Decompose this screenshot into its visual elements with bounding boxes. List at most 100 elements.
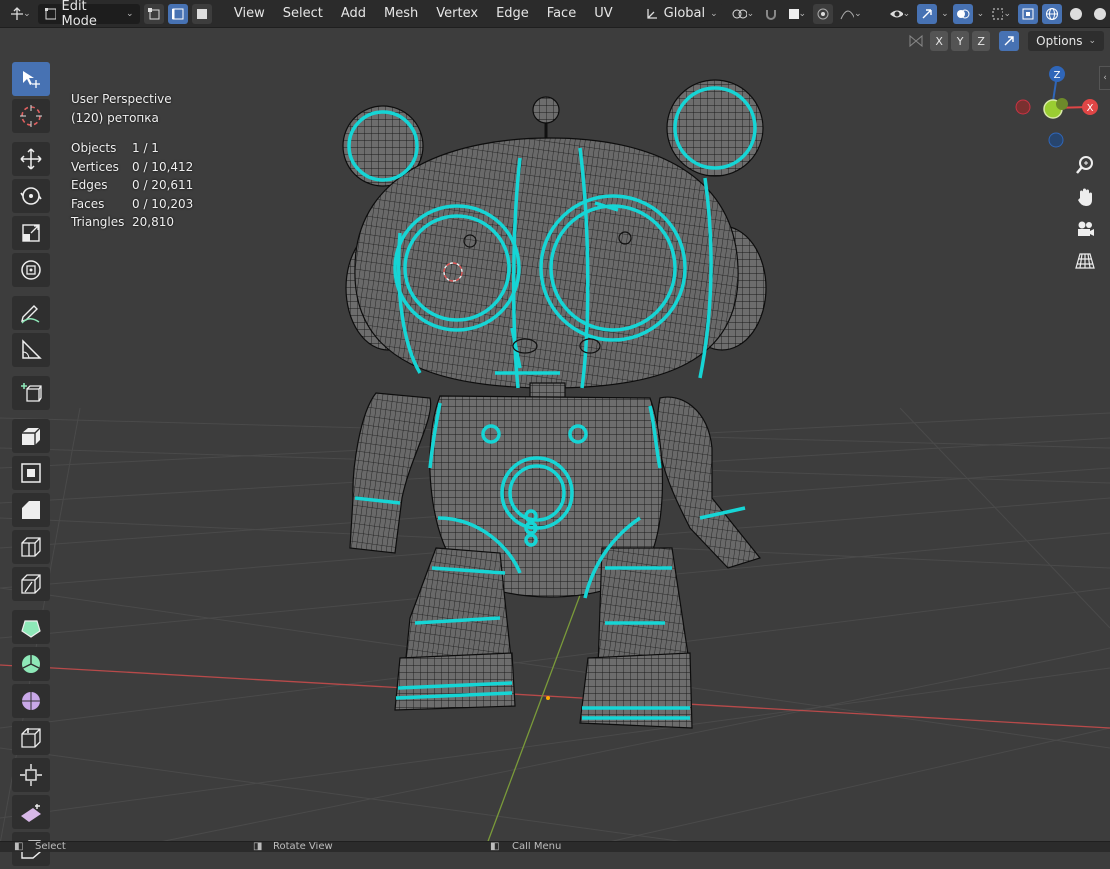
eye-icon [889,10,903,17]
menu-view[interactable]: View [227,6,272,21]
object-name: (120) ретопка [71,110,159,125]
3d-cursor-icon [20,105,42,127]
edge-slide-icon [21,728,41,748]
menu-vertex[interactable]: Vertex [429,6,485,21]
tool-cursor[interactable] [12,99,50,133]
menu-uv[interactable]: UV [587,6,619,21]
rotate-icon [20,187,42,205]
orientation-icon [646,8,657,19]
options-dropdown[interactable]: Options ⌄ [1028,31,1104,51]
camera-view-button[interactable] [1071,215,1099,243]
chevron-down-icon[interactable]: ⌄ [977,9,985,19]
pivot-icon [732,9,747,18]
zoom-button[interactable] [1071,151,1099,179]
tool-spin[interactable] [12,647,50,681]
editor-type-button[interactable]: ⌄ [6,4,34,24]
tool-inset[interactable] [12,456,50,490]
proportional-edit-toggle[interactable] [813,3,834,24]
menu-face[interactable]: Face [540,6,583,21]
menu-select[interactable]: Select [276,6,330,21]
vertex-select-button[interactable] [143,3,164,24]
edge-select-button[interactable] [167,3,188,24]
3d-viewport[interactable]: User Perspective (120) ретопка Objects 1 … [0,28,1110,844]
tool-shrink-fatten[interactable] [12,758,50,792]
view-name: User Perspective [71,92,172,106]
stat-value: 0 / 20,611 [132,178,194,192]
visibility-dropdown[interactable]: ⌄ [886,4,914,24]
viewport-header: ⌄ Edit Mode ⌄ View Select Add Mesh Verte… [0,0,1110,29]
tool-annotate[interactable] [12,296,50,330]
tool-bevel[interactable] [12,493,50,527]
mirror-y-toggle[interactable]: Y [951,31,970,51]
snap-target-icon [789,8,799,19]
solid-sphere-icon [1070,7,1082,20]
axis-gizmo-svg: Z X [1015,66,1098,148]
face-select-button[interactable] [191,3,212,24]
auto-merge-toggle[interactable] [999,31,1020,51]
tool-edge-slide[interactable] [12,721,50,755]
tool-select-box[interactable] [12,62,50,96]
menu-mesh[interactable]: Mesh [377,6,425,21]
solid-shading-button[interactable] [1066,4,1086,24]
tool-add-cube[interactable] [12,376,50,410]
tool-transform[interactable] [12,253,50,287]
bevel-icon [22,501,40,519]
menu-add[interactable]: Add [334,6,373,21]
mouse-middle-icon: ◨ [253,841,263,852]
stat-value: 0 / 10,412 [132,159,194,174]
zoom-magnifier-icon [1076,156,1093,174]
tool-shear[interactable] [12,795,50,829]
material-shading-button[interactable] [1090,4,1110,24]
snap-toggle[interactable] [761,4,781,24]
mesh-overlays-button[interactable]: ⌄ [988,4,1014,24]
material-sphere-icon [1094,7,1106,20]
overlays-toggle[interactable] [952,3,973,24]
status-select: Select [35,841,66,852]
falloff-dropdown[interactable]: ⌄ [837,4,865,24]
knife-icon [21,574,41,594]
tool-poly-build[interactable] [12,610,50,644]
menu-edge[interactable]: Edge [489,6,536,21]
tool-move[interactable] [12,142,50,176]
edit-mode-icon [44,7,57,19]
sidebar-toggle-tab[interactable]: ‹ [1099,66,1110,90]
tool-loop-cut[interactable] [12,530,50,564]
options-label: Options [1036,34,1083,48]
navigation-gizmo[interactable]: Z X [1010,60,1102,156]
stat-label: Edges [71,178,108,192]
x-axis-line [0,664,1110,729]
tool-extrude[interactable] [12,419,50,453]
extrude-icon [22,427,41,445]
pivot-button[interactable]: ⌄ [728,4,757,24]
proportional-edit-icon [817,8,829,19]
wireframe-shading-button[interactable] [1042,3,1062,24]
tool-scale[interactable] [12,216,50,250]
tool-smooth[interactable] [12,684,50,718]
cursor-select-icon [23,71,40,88]
chevron-down-icon: ⌄ [126,8,134,19]
mouse-left-icon: ◧ [14,841,24,852]
mode-dropdown[interactable]: Edit Mode ⌄ [37,0,140,29]
mirror-icon-button[interactable] [905,31,927,51]
status-bar: ◧ Select ◨ Rotate View ◧ Call Menu [0,841,1110,852]
overlays-icon [956,9,970,18]
chevron-down-icon[interactable]: ⌄ [941,9,949,19]
pan-button[interactable] [1071,183,1099,211]
perspective-toggle-button[interactable] [1071,247,1099,275]
mirror-z-toggle[interactable]: Z [972,31,991,51]
tool-knife[interactable] [12,567,50,601]
snap-target-dropdown[interactable]: ⌄ [785,4,809,24]
mirror-x-toggle[interactable]: X [930,31,949,51]
inset-icon [21,463,41,483]
xray-toggle[interactable] [1018,3,1038,24]
mouse-right-icon: ◧ [490,841,500,852]
chevron-down-icon: ⌄ [710,8,718,19]
tool-rotate[interactable] [12,179,50,213]
gizmo-toggle[interactable] [917,3,938,24]
orientation-dropdown[interactable]: Global ⌄ [638,3,724,24]
vertex-select-icon [147,7,160,19]
tool-measure[interactable] [12,333,50,367]
stat-value: 0 / 10,203 [132,196,194,211]
wireframe-sphere-icon [1046,7,1058,20]
shrink-fatten-icon [20,764,42,786]
